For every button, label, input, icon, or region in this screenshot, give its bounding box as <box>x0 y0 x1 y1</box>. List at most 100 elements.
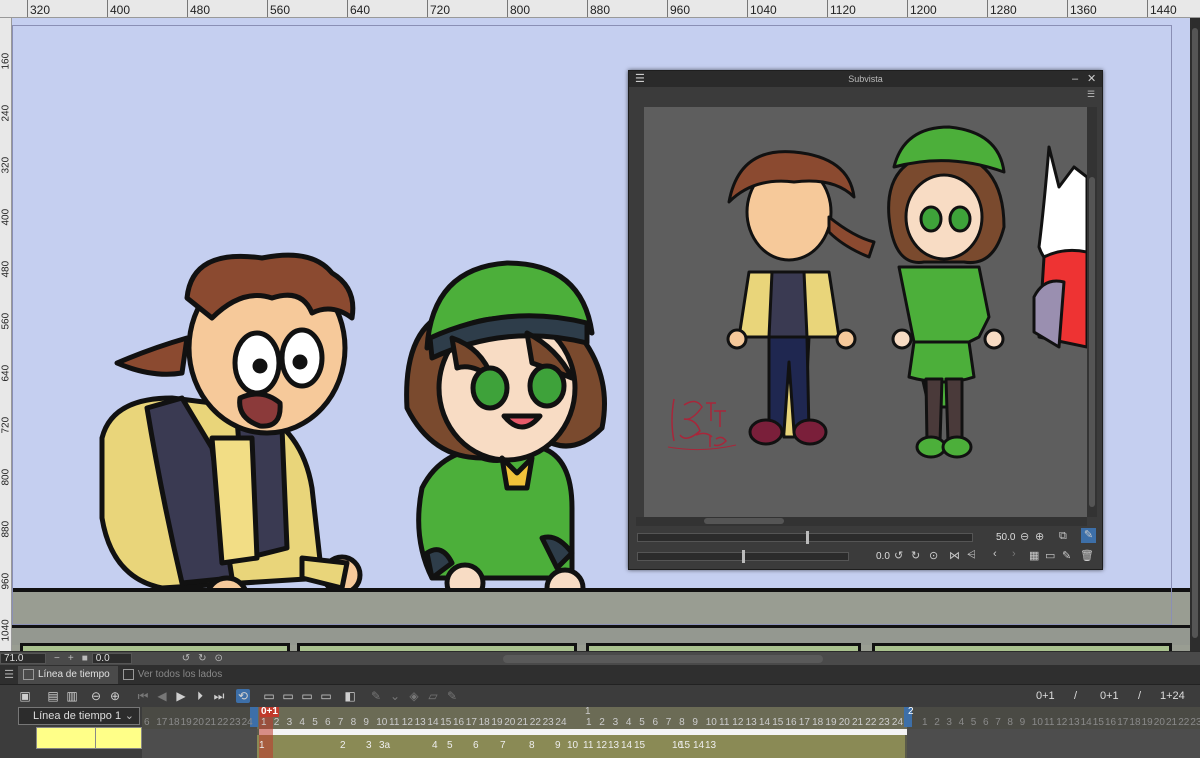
eyedropper-icon[interactable]: ✎ <box>1081 528 1096 543</box>
layer-settings-icon[interactable]: ▥ <box>65 689 79 703</box>
zoom-out-icon[interactable]: − <box>54 653 60 664</box>
frame-number: 13 <box>414 717 426 728</box>
scrollbar-thumb[interactable] <box>1089 177 1095 507</box>
ruler-tick-line <box>987 0 988 17</box>
previous-frame-icon[interactable]: ◀ <box>155 689 169 703</box>
flip-horizontal-icon[interactable]: ⋈ <box>949 549 960 562</box>
slider-knob[interactable] <box>742 550 745 563</box>
ruler-tick-label: 240 <box>0 104 12 122</box>
previous-icon[interactable]: ‹ <box>993 548 997 560</box>
frame-number: 5 <box>639 717 645 728</box>
reset-rotation-icon[interactable]: ⊙ <box>215 653 223 664</box>
frame-number: 3 <box>612 717 619 728</box>
ruler-tick-line <box>267 0 268 17</box>
fit-view-icon[interactable]: ⧉ <box>1059 530 1067 543</box>
edit-icon[interactable]: ✎ <box>1062 549 1071 562</box>
folder-icon[interactable]: ▱ <box>426 689 440 703</box>
cel-label: 3a <box>379 740 391 751</box>
subview-window[interactable]: ☰ Subvista – ✕ ☰ 50.0 ⊖ ⊕ ⧉ ✎ 0.0 ↺ ↻ ⊙ … <box>628 70 1103 570</box>
frame-number: 9 <box>363 717 369 728</box>
play-icon[interactable]: ▶ <box>174 689 188 703</box>
cel-label: 9 <box>555 740 561 751</box>
canvas-status-bar: 71.0 − + ■ 0.0 ↺ ↻ ⊙ <box>0 651 1200 665</box>
zoom-out-icon[interactable]: ⊖ <box>89 689 103 703</box>
flip-vertical-icon[interactable]: ⩤ <box>967 549 976 562</box>
delete-icon[interactable]: 🗑 <box>1080 549 1094 562</box>
cel-icon[interactable]: ▭ <box>300 689 314 703</box>
zoom-out-icon[interactable]: ⊖ <box>1020 530 1029 543</box>
scrollbar-thumb[interactable] <box>1192 28 1198 638</box>
zoom-value[interactable]: 50.0 <box>996 532 1015 543</box>
pen-icon[interactable]: ✎ <box>445 689 459 703</box>
rotate-right-icon[interactable]: ↻ <box>911 549 920 562</box>
first-frame-icon[interactable]: ⏮ <box>136 689 150 703</box>
zoom-in-icon[interactable]: ⊕ <box>1035 530 1044 543</box>
frame-number: 6 <box>983 717 989 728</box>
rotation-value[interactable]: 0.0 <box>876 551 890 562</box>
last-frame-icon[interactable]: ⏭ <box>212 689 226 703</box>
new-cel-icon[interactable]: ▭ <box>262 689 276 703</box>
open-folder-icon[interactable]: ▭ <box>1045 549 1055 562</box>
frame-grid[interactable]: 0+1 1 2 6 17 18 19 20 21 22 23 24 1 2 3 4 5 6 7 8 9 10 11 12… <box>142 707 1200 758</box>
rotation-field[interactable]: 0.0 <box>91 653 132 664</box>
tab-timeline[interactable]: Línea de tiempo <box>18 665 118 684</box>
ruler-tick-line <box>107 0 108 17</box>
tab-label: Línea de tiempo <box>38 668 110 680</box>
cel-icon-2[interactable]: ▭ <box>319 689 333 703</box>
slider-knob[interactable] <box>806 531 809 544</box>
reset-rotation-icon[interactable]: ⊙ <box>929 549 938 562</box>
frame-number: 1 <box>586 717 592 728</box>
timeline-icon <box>23 668 34 680</box>
paint-bucket-icon[interactable]: ◈ <box>407 689 421 703</box>
zoom-slider-knob[interactable]: ■ <box>82 653 88 664</box>
new-timeline-icon[interactable]: ▣ <box>18 689 32 703</box>
ruler-tick-label: 1200 <box>910 3 937 17</box>
zoom-in-icon[interactable]: + <box>68 653 74 664</box>
ruler-tick-label: 1040 <box>0 619 12 642</box>
frame-number: 3 <box>946 717 952 728</box>
close-icon[interactable]: ✕ <box>1087 71 1096 87</box>
frame-number: 19 <box>825 717 837 728</box>
next-icon[interactable]: › <box>1012 548 1016 560</box>
horizontal-scrollbar[interactable] <box>502 654 823 663</box>
panel-menu-icon[interactable]: ☰ <box>0 668 18 681</box>
zoom-in-icon[interactable]: ⊕ <box>108 689 122 703</box>
rotate-right-icon[interactable]: ↻ <box>198 653 206 664</box>
minimize-icon[interactable]: – <box>1072 71 1078 87</box>
timeline-selector[interactable]: Línea de tiempo 1 ⌄ <box>18 707 140 725</box>
subview-titlebar[interactable]: ☰ Subvista – ✕ <box>629 71 1102 87</box>
keyframe-icon[interactable]: ✎ <box>369 689 383 703</box>
subview-horizontal-scrollbar[interactable] <box>636 517 1087 526</box>
keyframe-dropdown-icon[interactable]: ⌄ <box>388 689 402 703</box>
next-frame-icon[interactable]: ⏵ <box>193 689 207 703</box>
frame-settings-icon[interactable]: ▤ <box>46 689 60 703</box>
ruler-tick-label: 320 <box>30 3 51 17</box>
loop-icon[interactable]: ⟲ <box>236 689 250 703</box>
zoom-field[interactable]: 71.0 <box>0 653 46 664</box>
ruler-tick-label: 640 <box>0 364 12 382</box>
frame-number: 22 <box>529 717 541 728</box>
subview-image[interactable] <box>644 107 1089 517</box>
menu-icon[interactable]: ☰ <box>635 71 645 87</box>
zoom-slider[interactable] <box>637 531 973 544</box>
onion-skin-icon[interactable]: ◧ <box>343 689 357 703</box>
animation-layer-row[interactable] <box>36 727 142 749</box>
canvas-vertical-scrollbar[interactable] <box>1190 18 1200 656</box>
ruler-tick-line <box>907 0 908 17</box>
tab-all-sides[interactable]: Ver todos los lados <box>118 666 231 684</box>
subview-menu-icon[interactable]: ☰ <box>1087 89 1095 100</box>
frame-number: 7 <box>995 717 1001 728</box>
rotation-slider[interactable] <box>637 550 849 563</box>
rotate-left-icon[interactable]: ↺ <box>894 549 903 562</box>
subview-vertical-scrollbar[interactable] <box>1087 107 1097 517</box>
specify-cel-icon[interactable]: ▭ <box>281 689 295 703</box>
cel-label: 15 <box>679 740 691 751</box>
ruler-tick-label: 400 <box>0 208 12 226</box>
frame-number: 14 <box>427 717 439 728</box>
grid-icon[interactable]: ▦ <box>1029 549 1039 562</box>
counter-separator: / <box>1074 690 1078 702</box>
frame-number: 24 <box>241 717 253 728</box>
frame-number: 21 <box>1166 717 1178 728</box>
scrollbar-thumb[interactable] <box>704 518 784 524</box>
rotate-left-icon[interactable]: ↺ <box>182 653 190 664</box>
